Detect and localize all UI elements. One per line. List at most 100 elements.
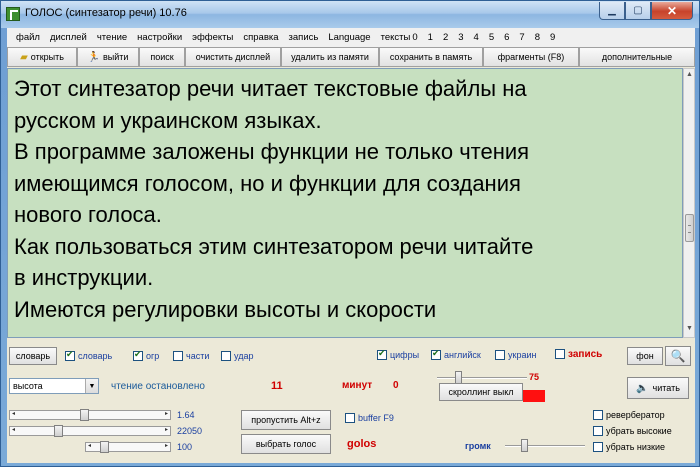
background-button[interactable]: фон xyxy=(627,347,663,365)
menu-text-0[interactable]: 0 xyxy=(411,32,422,43)
pitch-slider[interactable]: ◂ ▸ xyxy=(9,409,171,421)
volume-slider[interactable] xyxy=(505,439,585,452)
scrolling-toggle-button[interactable]: скроллинг выкл xyxy=(439,383,523,401)
menu-text-5[interactable]: 5 xyxy=(484,32,499,43)
checkbox-icon xyxy=(593,425,603,436)
right-arrow-icon[interactable]: ▸ xyxy=(165,426,168,433)
menu-texts[interactable]: тексты xyxy=(376,32,412,43)
dictionary-checkbox[interactable]: словарь xyxy=(65,349,112,362)
scroll-down-icon[interactable]: ▼ xyxy=(686,325,693,332)
buffer-checkbox[interactable]: buffer F9 xyxy=(345,412,394,424)
chevron-down-icon[interactable]: ▼ xyxy=(85,379,98,393)
choose-voice-button[interactable]: выбрать голос xyxy=(241,434,331,454)
slider-thumb[interactable] xyxy=(54,425,63,437)
checkbox-icon xyxy=(593,409,603,420)
menu-text-1[interactable]: 1 xyxy=(423,32,438,43)
minutes-label: минут xyxy=(342,380,373,391)
skip-button[interactable]: пропустить Alt+z xyxy=(241,410,331,430)
app-window: ГОЛОС (синтезатор речи) 10.76 ▁ ▢ ✕ файл… xyxy=(0,0,700,467)
text-line: Как пользоваться этим синтезатором речи … xyxy=(14,233,534,259)
menu-record[interactable]: запись xyxy=(284,32,324,43)
scroll-thumb[interactable] xyxy=(685,214,694,242)
menu-effects[interactable]: эффекты xyxy=(187,32,238,43)
delete-from-memory-button[interactable]: удалить из памяти xyxy=(281,47,379,67)
slider-thumb[interactable] xyxy=(80,409,89,421)
dictionary-button[interactable]: словарь xyxy=(9,347,57,365)
vertical-scrollbar[interactable]: ▲ ▼ xyxy=(683,68,695,338)
text-line: нового голоса. xyxy=(14,202,162,227)
running-man-icon: 🏃 xyxy=(87,51,100,63)
save-to-memory-button[interactable]: сохранить в память xyxy=(379,47,483,67)
parameter-select[interactable]: высота ▼ xyxy=(9,378,99,394)
magnifier-icon: 🔍 xyxy=(670,349,686,363)
scroll-speed-slider[interactable] xyxy=(437,371,527,384)
menu-text-3[interactable]: 3 xyxy=(453,32,468,43)
title-bar[interactable]: ГОЛОС (синтезатор речи) 10.76 ▁ ▢ ✕ xyxy=(1,1,699,28)
speaker-icon: 🔈 xyxy=(636,382,649,394)
menu-text-9[interactable]: 9 xyxy=(545,32,560,43)
text-line: В программе заложены функции не только ч… xyxy=(14,139,530,164)
fragments-button[interactable]: фрагменты (F8) xyxy=(483,47,579,67)
zoom-button[interactable]: 🔍 xyxy=(665,346,691,366)
checkbox-checked-icon xyxy=(65,349,75,361)
slider-thumb[interactable] xyxy=(100,441,109,453)
speed-slider[interactable]: ◂ ▸ xyxy=(85,441,171,453)
exit-button[interactable]: 🏃 выйти xyxy=(77,47,139,67)
menu-text-8[interactable]: 8 xyxy=(530,32,545,43)
maximize-button[interactable]: ▢ xyxy=(625,2,651,20)
ogr-checkbox[interactable]: огр xyxy=(133,349,159,362)
parts-checkbox[interactable]: части xyxy=(173,350,209,362)
left-arrow-icon[interactable]: ◂ xyxy=(88,442,91,449)
menu-text-6[interactable]: 6 xyxy=(499,32,514,43)
client-area: файл дисплей чтение настройки эффекты сп… xyxy=(7,28,695,463)
menu-text-2[interactable]: 2 xyxy=(438,32,453,43)
search-button[interactable]: поиск xyxy=(139,47,185,67)
menu-help[interactable]: справка xyxy=(238,32,283,43)
checkbox-icon xyxy=(221,350,231,361)
close-icon: ✕ xyxy=(666,3,678,18)
speed-value: 100 xyxy=(177,442,193,452)
extra-button[interactable]: дополнительные xyxy=(579,47,695,67)
menu-language[interactable]: Language xyxy=(323,32,375,43)
text-display[interactable]: Этот синтезатор речи читает текстовые фа… xyxy=(7,68,683,338)
pitch-value: 1.64 xyxy=(177,410,195,420)
menu-bar: файл дисплей чтение настройки эффекты сп… xyxy=(7,28,695,47)
minimize-button[interactable]: ▁ xyxy=(599,2,625,20)
menu-reading[interactable]: чтение xyxy=(92,32,132,43)
record-indicator xyxy=(523,390,545,402)
ukrainian-checkbox[interactable]: украин xyxy=(495,349,536,361)
menu-settings[interactable]: настройки xyxy=(132,32,187,43)
checkbox-icon xyxy=(173,350,183,361)
reverb-checkbox[interactable]: ревербератор xyxy=(593,409,665,421)
text-line: русском и украинском языках. xyxy=(14,107,322,133)
slider-thumb[interactable] xyxy=(521,439,528,452)
close-button[interactable]: ✕ xyxy=(651,2,693,20)
checkbox-checked-icon xyxy=(133,349,143,361)
left-arrow-icon[interactable]: ◂ xyxy=(12,410,15,417)
digits-checkbox[interactable]: цифры xyxy=(377,348,419,361)
english-checkbox[interactable]: английск xyxy=(431,348,481,361)
remove-low-checkbox[interactable]: убрать низкие xyxy=(593,441,665,453)
maximize-icon: ▢ xyxy=(633,5,643,16)
record-checkbox[interactable]: запись xyxy=(555,348,602,360)
folder-open-icon: ▰ xyxy=(20,51,28,63)
scroll-speed-value: 75 xyxy=(529,372,540,382)
menu-text-4[interactable]: 4 xyxy=(469,32,484,43)
open-button[interactable]: ▰ открыть xyxy=(7,47,77,67)
toolbar: ▰ открыть 🏃 выйти поиск очистить дисплей… xyxy=(7,47,695,67)
status-text: чтение остановлено xyxy=(111,381,205,392)
scroll-up-icon[interactable]: ▲ xyxy=(686,71,693,78)
sample-rate-slider[interactable]: ◂ ▸ xyxy=(9,425,171,437)
menu-file[interactable]: файл xyxy=(11,32,45,43)
clear-display-button[interactable]: очистить дисплей xyxy=(185,47,281,67)
text-line: имеющимся голосом, но и функции для созд… xyxy=(14,170,521,196)
right-arrow-icon[interactable]: ▸ xyxy=(165,442,168,449)
menu-text-7[interactable]: 7 xyxy=(514,32,529,43)
remove-high-checkbox[interactable]: убрать высокие xyxy=(593,425,672,437)
left-arrow-icon[interactable]: ◂ xyxy=(12,426,15,433)
right-arrow-icon[interactable]: ▸ xyxy=(165,410,168,417)
menu-display[interactable]: дисплей xyxy=(45,32,92,43)
stress-checkbox[interactable]: удар xyxy=(221,350,253,362)
window-title: ГОЛОС (синтезатор речи) 10.76 xyxy=(25,7,187,19)
read-button[interactable]: 🔈 читать xyxy=(627,377,689,399)
